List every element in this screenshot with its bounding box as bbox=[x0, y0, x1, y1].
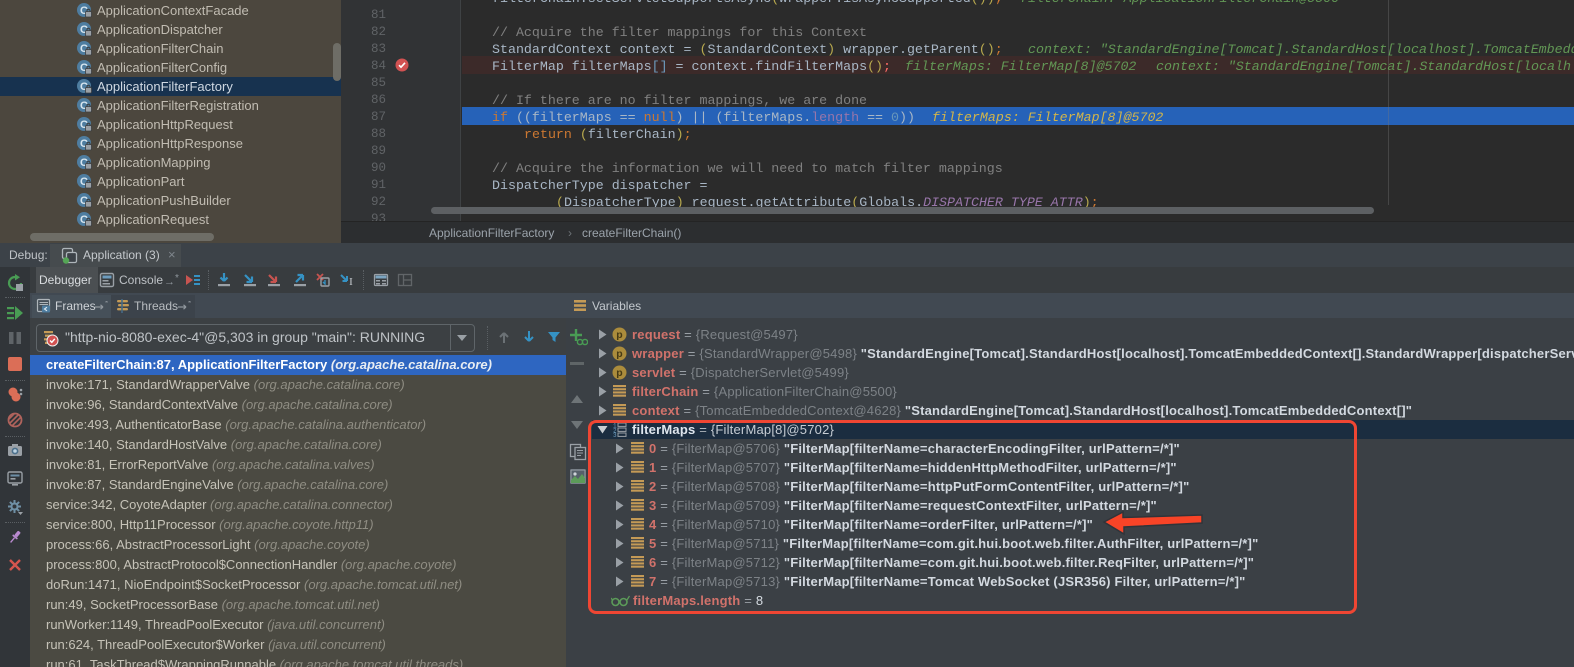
svg-text:I: I bbox=[349, 276, 353, 288]
svg-text:p: p bbox=[616, 367, 622, 379]
svg-text:*: * bbox=[105, 301, 108, 308]
svg-text:*: * bbox=[188, 301, 191, 308]
svg-text:p: p bbox=[616, 329, 622, 341]
svg-text:p: p bbox=[616, 348, 622, 360]
